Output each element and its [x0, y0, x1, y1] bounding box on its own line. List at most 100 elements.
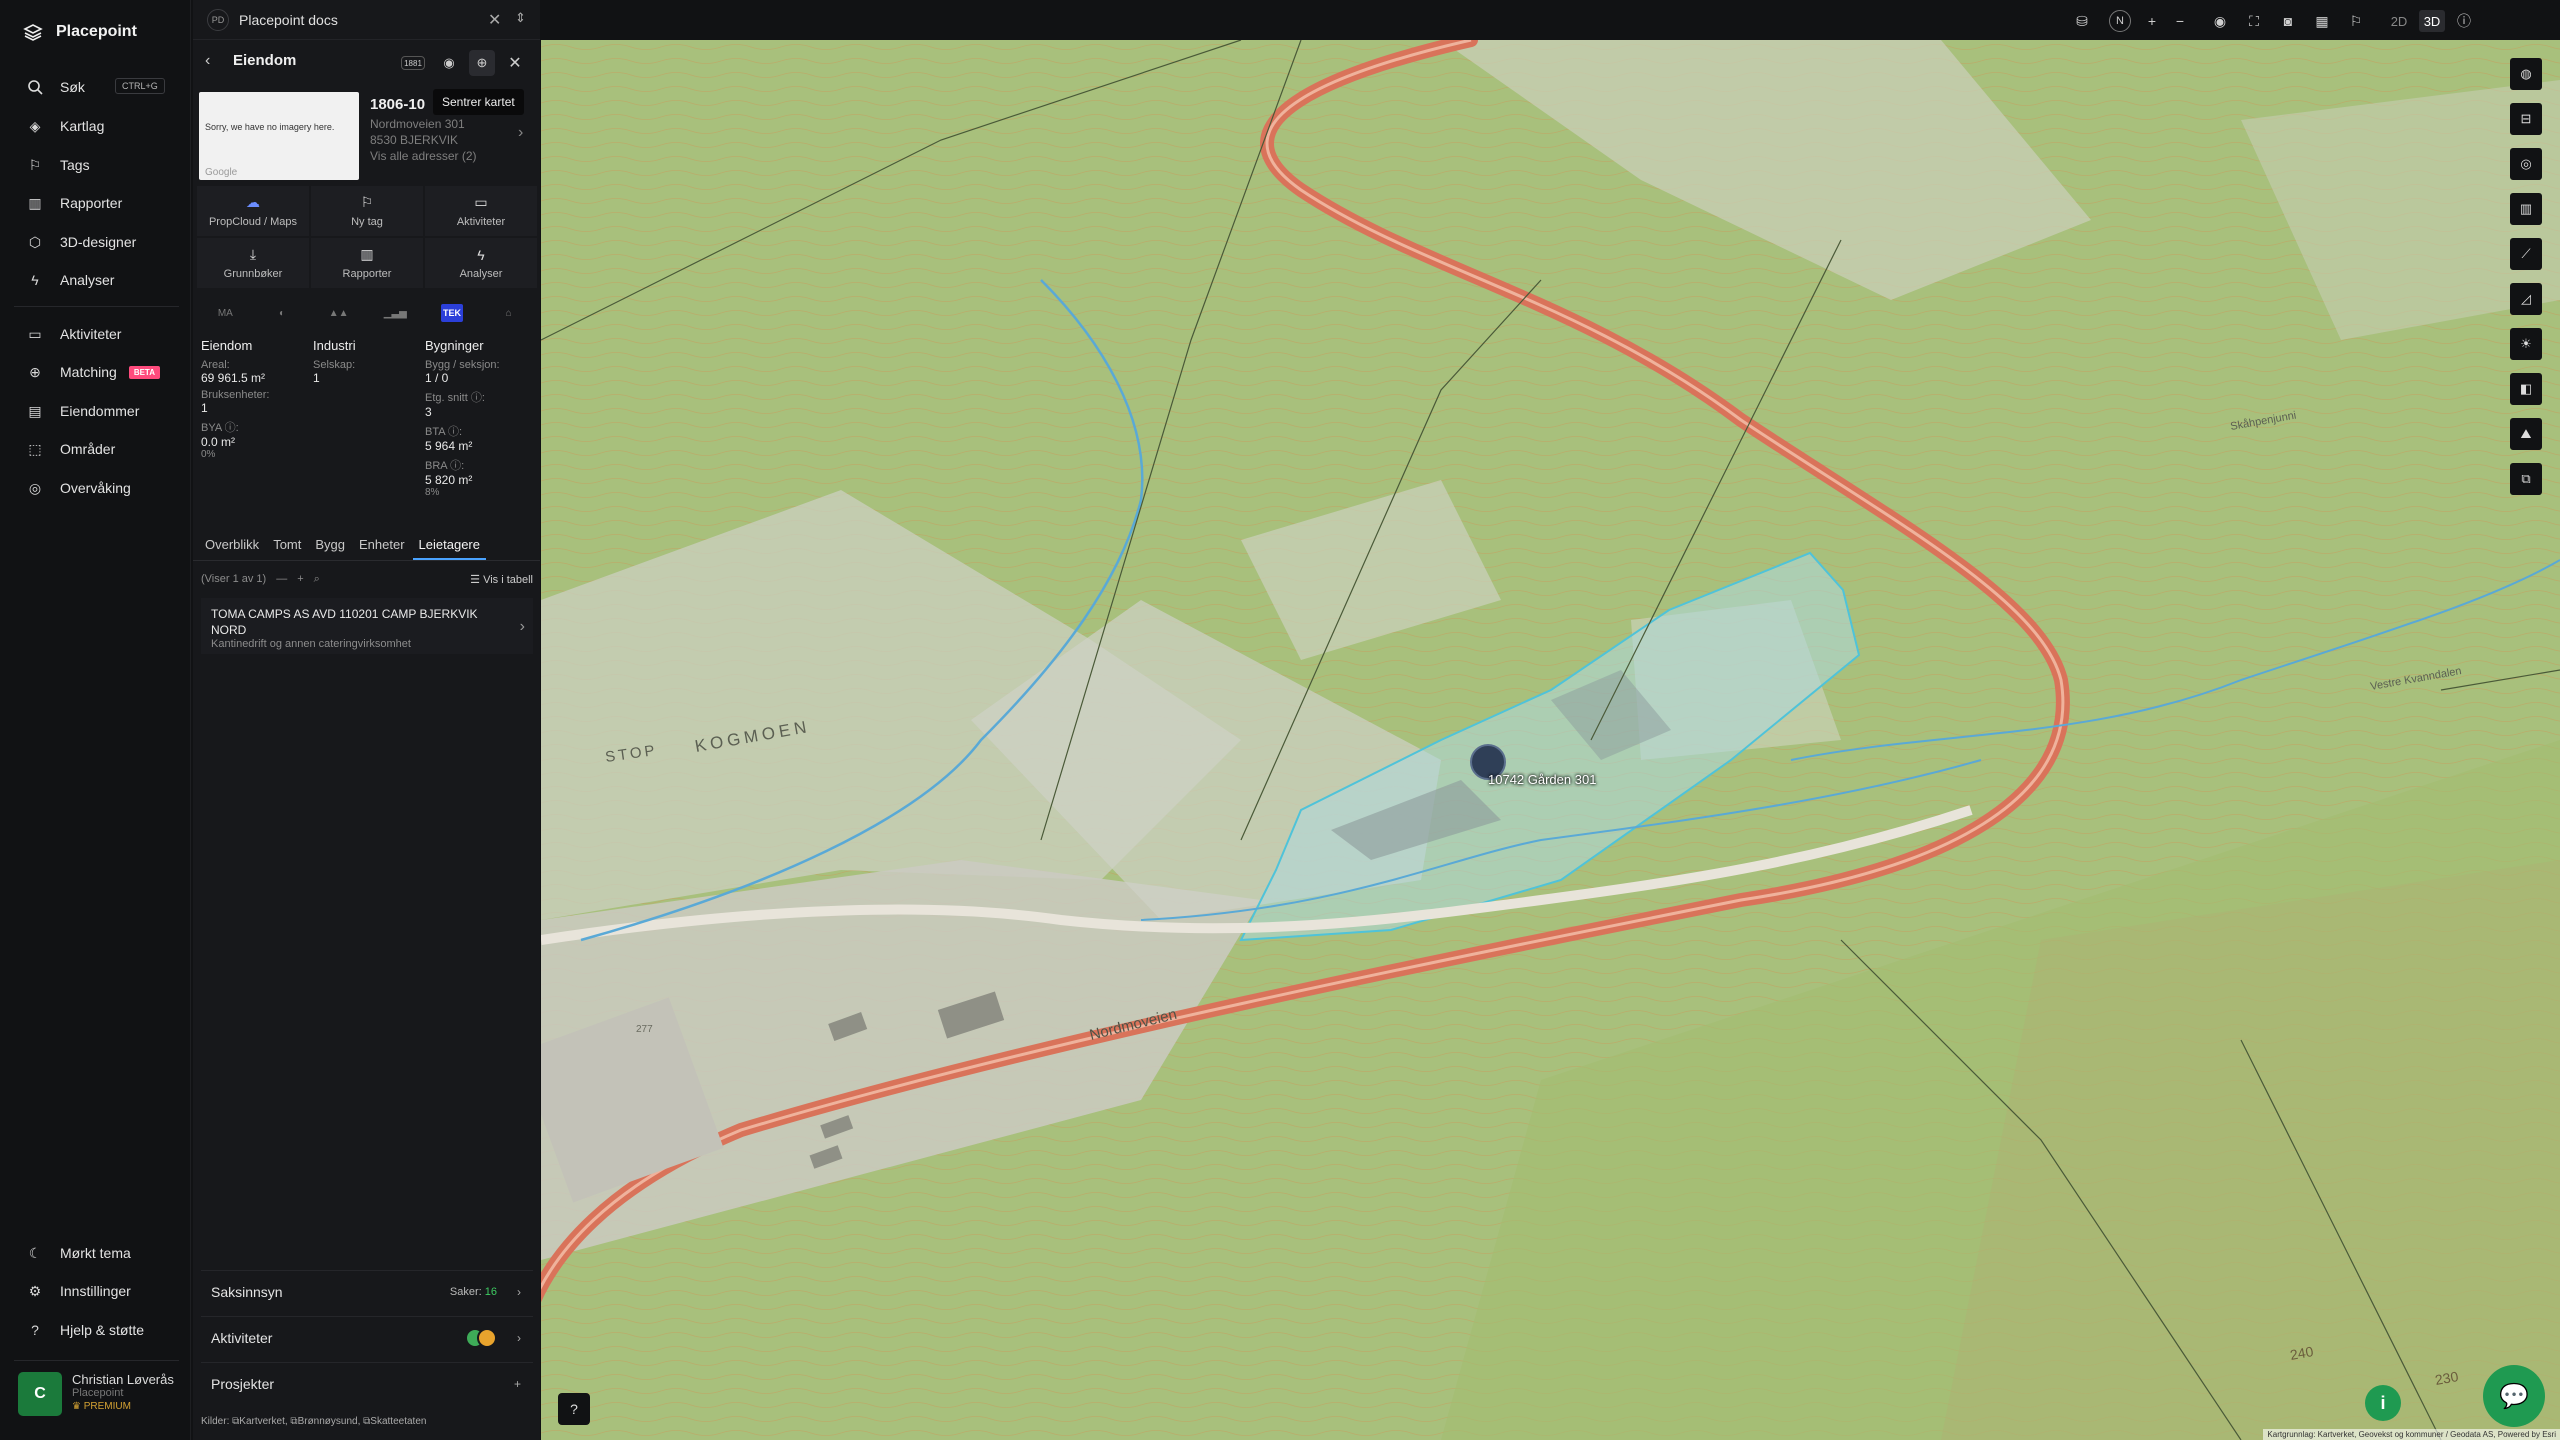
source-link[interactable]: ⧉Skatteetaten	[363, 1416, 426, 1427]
tek-category-icon[interactable]: TEK	[440, 304, 463, 322]
nav-item-sok[interactable]: Søk CTRL+G	[0, 70, 191, 104]
profile-tool-icon[interactable]: ⟋	[2510, 238, 2542, 270]
nav-item-kartlag[interactable]: ◈ Kartlag	[0, 109, 191, 143]
layers-icon: ◈	[29, 117, 41, 134]
new-tag-button[interactable]: ⚐ Ny tag	[311, 186, 423, 236]
globe-tool-icon[interactable]: ◍	[2510, 58, 2542, 90]
nav-item-matching[interactable]: ⊕ Matching BETA	[0, 355, 191, 389]
saksinnsyn-section[interactable]: Saksinnsyn Saker: 16 ›	[201, 1270, 533, 1312]
terrain-map[interactable]: STOP KOGMOEN Nordmoveien Skåhpenjunni Ve…	[541, 40, 2560, 1440]
category-icon[interactable]: ◐	[271, 304, 293, 322]
slope-tool-icon[interactable]: ◿	[2510, 283, 2542, 315]
help-icon[interactable]: ?	[558, 1393, 590, 1425]
terrain-tool-icon[interactable]: ⛰	[2510, 418, 2542, 450]
thumbnail-message: Sorry, we have no imagery here.	[205, 122, 335, 132]
tab-tomt[interactable]: Tomt	[267, 533, 307, 560]
info-icon[interactable]: i	[2365, 1385, 2401, 1421]
prosjekter-section[interactable]: Prosjekter +	[201, 1362, 533, 1404]
stats-heading: Industri	[313, 338, 356, 353]
sun-tool-icon[interactable]: ☀	[2510, 328, 2542, 360]
workspace-badge[interactable]: PD	[207, 8, 229, 31]
layers-icon[interactable]: ⛁	[2071, 10, 2093, 32]
source-link[interactable]: ⧉Kartverket	[232, 1416, 285, 1427]
shadow-tool-icon[interactable]: ◧	[2510, 373, 2542, 405]
tenant-item[interactable]: TOMA CAMPS AS AVD 110201 CAMP BJERKVIK N…	[201, 598, 533, 654]
view-tool-icon[interactable]: ◎	[2510, 148, 2542, 180]
chart-tool-icon[interactable]: ▥	[2510, 193, 2542, 225]
nav-item-label: Tags	[60, 157, 90, 173]
moon-icon: ☾	[28, 1244, 42, 1261]
stat-key: BYA ⓘ:	[201, 422, 239, 434]
nav-item-label: Kartlag	[60, 118, 105, 134]
propcloud-button[interactable]: ☁ PropCloud / Maps	[197, 186, 309, 236]
nav-item-dark-theme[interactable]: ☾ Mørkt tema	[0, 1236, 191, 1270]
back-icon[interactable]: ‹	[205, 52, 210, 70]
brand[interactable]: Placepoint	[22, 20, 137, 44]
nav-item-aktiviteter[interactable]: ▭ Aktiviteter	[0, 317, 191, 351]
mode-3d-button[interactable]: 3D	[2419, 10, 2445, 32]
nav-item-3d-designer[interactable]: ⬡ 3D-designer	[0, 225, 191, 259]
reports-button[interactable]: ▥ Rapporter	[311, 238, 423, 288]
chevron-updown-icon[interactable]: ⇕	[515, 10, 526, 26]
compass-icon[interactable]: N	[2109, 10, 2131, 32]
tab-bygg[interactable]: Bygg	[309, 533, 351, 560]
search-icon[interactable]: ⌕	[314, 573, 320, 586]
bookmark-icon[interactable]: ⚐	[2345, 10, 2367, 32]
stat-percent: 0%	[201, 449, 216, 460]
category-icon[interactable]: MA	[214, 304, 236, 322]
property-stats: Eiendom Areal: 69 961.5 m² Bruksenheter:…	[201, 338, 537, 498]
analyses-button[interactable]: ϟ Analyser	[425, 238, 537, 288]
mode-2d-button[interactable]: 2D	[2386, 10, 2412, 32]
view-table-button[interactable]: ☰ Vis i tabell	[470, 573, 533, 586]
close-icon[interactable]: ✕	[488, 10, 501, 30]
nav-item-rapporter[interactable]: ▥ Rapporter	[0, 186, 191, 220]
fullscreen-icon[interactable]: ⛶	[2243, 10, 2265, 32]
aktiviteter-section[interactable]: Aktiviteter ›	[201, 1316, 533, 1358]
chat-support-icon[interactable]: 💬	[2483, 1365, 2545, 1427]
source-link[interactable]: ⧉Brønnøysund	[290, 1416, 357, 1427]
nav-item-eiendommer[interactable]: ▤ Eiendommer	[0, 394, 191, 428]
minus-icon[interactable]: —	[276, 573, 287, 585]
export-tool-icon[interactable]: ⧉	[2510, 463, 2542, 495]
building-icon: ▤	[28, 402, 42, 419]
eye-icon[interactable]: ◉	[2209, 10, 2231, 32]
nav-item-overvaking[interactable]: ◎ Overvåking	[0, 471, 191, 505]
nav-item-omrader[interactable]: ⬚ Områder	[0, 432, 191, 466]
eye-icon[interactable]: ◉	[436, 50, 462, 76]
close-icon[interactable]: ✕	[502, 50, 528, 76]
nav-item-analyser[interactable]: ϟ Analyser	[0, 263, 191, 297]
all-addresses-link[interactable]: Vis alle adresser (2)	[370, 149, 535, 163]
avatar: C	[18, 1372, 62, 1416]
user-profile[interactable]: C Christian Løverås Placepoint ♛ PREMIUM	[18, 1372, 184, 1422]
chevron-right-icon[interactable]: ›	[518, 124, 523, 142]
category-icon[interactable]: ⌂	[498, 304, 520, 322]
grid-icon[interactable]: ▦	[2311, 10, 2333, 32]
category-icon[interactable]: ▲▲	[328, 304, 350, 322]
elevation-label: 277	[636, 1024, 653, 1035]
nav-item-settings[interactable]: ⚙ Innstillinger	[0, 1274, 191, 1308]
category-icon[interactable]: ▁▃▅	[384, 304, 407, 322]
nav-item-tags[interactable]: ⚐ Tags	[0, 148, 191, 182]
tab-leietagere[interactable]: Leietagere	[412, 533, 486, 560]
zoom-in-icon[interactable]: +	[2141, 10, 2163, 32]
land-registry-button[interactable]: ⤓ Grunnbøker	[197, 238, 309, 288]
info-icon[interactable]: ⓘ	[2453, 10, 2475, 32]
tab-overblikk[interactable]: Overblikk	[199, 533, 265, 560]
measure-tool-icon[interactable]: ⊟	[2510, 103, 2542, 135]
zoom-out-icon[interactable]: −	[2169, 10, 2191, 32]
stat-percent: 8%	[425, 487, 440, 498]
docs-bar: PD Placepoint docs ✕ ⇕	[193, 0, 540, 40]
plus-icon[interactable]: +	[297, 573, 303, 585]
center-map-icon[interactable]: ⊕	[469, 50, 495, 76]
badge-1881-button[interactable]: 1881	[401, 56, 425, 70]
stat-value: 1	[201, 401, 208, 415]
chevron-right-icon: ›	[519, 618, 525, 635]
map-canvas[interactable]: STOP KOGMOEN Nordmoveien Skåhpenjunni Ve…	[541, 40, 2560, 1440]
street-view-thumbnail[interactable]: Sorry, we have no imagery here. Google	[199, 92, 359, 180]
tab-enheter[interactable]: Enheter	[353, 533, 411, 560]
camera-icon[interactable]: ◙	[2277, 10, 2299, 32]
nav-item-help[interactable]: ? Hjelp & støtte	[0, 1313, 191, 1347]
activities-button[interactable]: ▭ Aktiviteter	[425, 186, 537, 236]
plus-icon[interactable]: +	[514, 1377, 521, 1391]
docs-title[interactable]: Placepoint docs	[239, 12, 338, 28]
